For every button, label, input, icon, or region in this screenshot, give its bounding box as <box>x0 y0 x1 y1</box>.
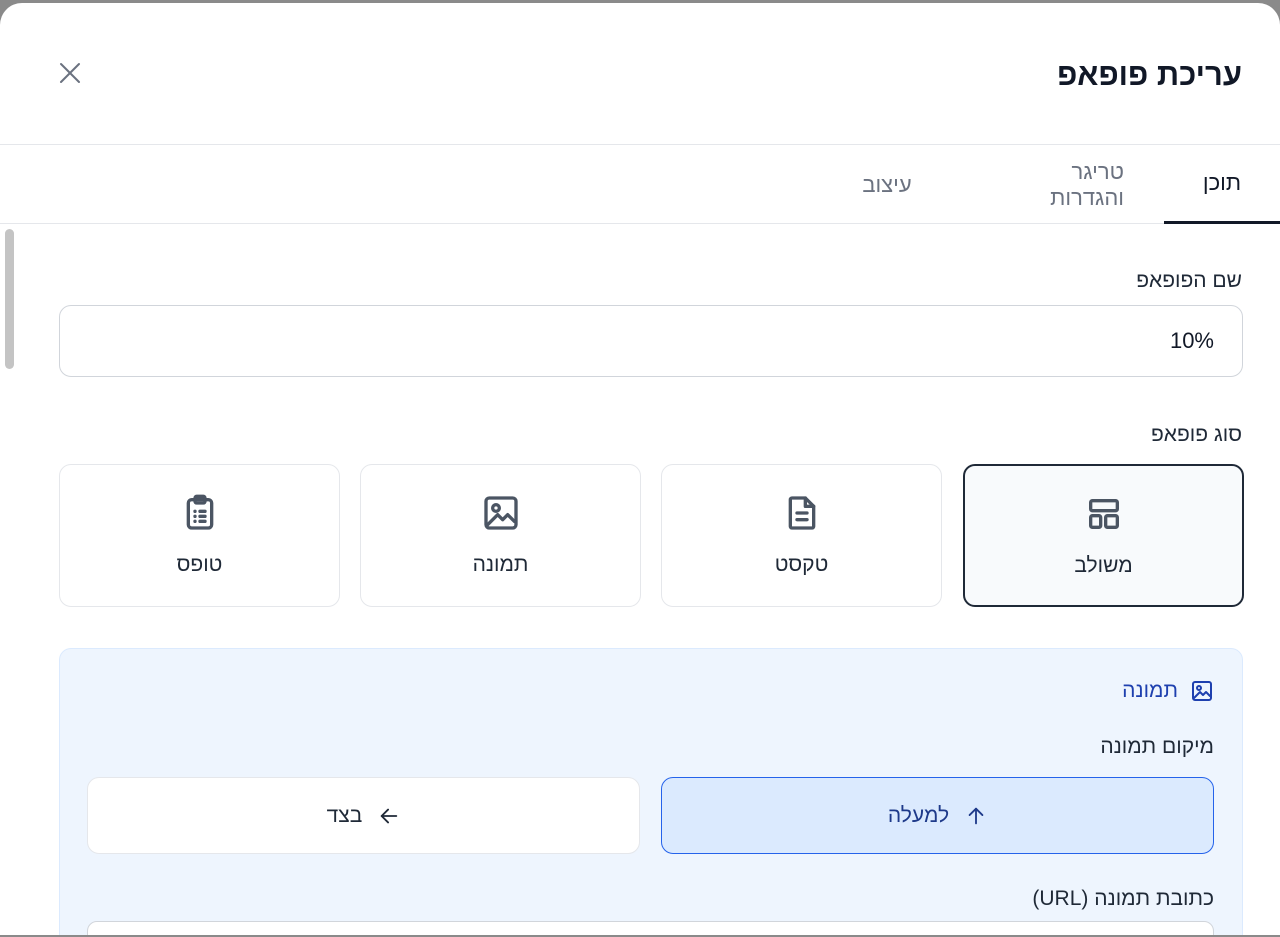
image-settings-panel: תמונה מיקום תמונה למעלה בצד כתובת תמונה … <box>59 648 1243 935</box>
image-url-input[interactable] <box>87 921 1214 935</box>
document-icon <box>788 496 815 530</box>
type-option-label: משולב <box>1074 554 1133 577</box>
layout-icon <box>1088 499 1119 529</box>
clipboard-list-icon <box>186 494 213 530</box>
type-option-label: תמונה <box>472 553 529 576</box>
image-icon <box>1192 681 1212 701</box>
close-icon <box>60 63 80 83</box>
type-option-label: טופס <box>176 553 223 576</box>
position-top-button[interactable]: למעלה <box>661 777 1214 854</box>
arrow-left-icon <box>381 808 398 823</box>
close-button[interactable] <box>52 55 88 91</box>
popup-name-input[interactable] <box>59 305 1243 377</box>
image-icon <box>483 496 518 530</box>
tab-bar: תוכן טריגר והגדרות עיצוב <box>0 145 1280 224</box>
scrollbar[interactable] <box>5 229 14 369</box>
modal-title: עריכת פופאפ <box>1057 57 1242 92</box>
tab-design[interactable]: עיצוב <box>862 145 912 224</box>
image-url-label: כתובת תמונה (URL) <box>1032 887 1214 910</box>
position-side-button[interactable]: בצד <box>87 777 640 854</box>
image-position-label: מיקום תמונה <box>1100 735 1214 758</box>
popup-type-label: סוג פופאפ <box>1150 423 1242 446</box>
popup-name-label: שם הפופאפ <box>1136 269 1242 292</box>
type-option-form[interactable]: טופס <box>59 464 340 607</box>
position-top-label: למעלה <box>887 803 950 827</box>
image-section-title-text: תמונה <box>1122 679 1178 702</box>
type-option-label: טקסט <box>774 553 829 576</box>
arrow-up-icon <box>968 807 984 824</box>
tab-content[interactable]: תוכן <box>1164 145 1280 224</box>
position-side-label: בצד <box>326 803 363 827</box>
type-option-combined[interactable]: משולב <box>963 464 1244 607</box>
type-option-text[interactable]: טקסט <box>661 464 942 607</box>
edit-popup-modal: עריכת פופאפ תוכן טריגר והגדרות עיצוב שם … <box>0 3 1280 935</box>
image-section-title: תמונה <box>1122 679 1214 703</box>
tab-trigger-settings[interactable]: טריגר והגדרות <box>994 145 1124 224</box>
type-option-image[interactable]: תמונה <box>360 464 641 607</box>
modal-header: עריכת פופאפ <box>0 3 1280 145</box>
